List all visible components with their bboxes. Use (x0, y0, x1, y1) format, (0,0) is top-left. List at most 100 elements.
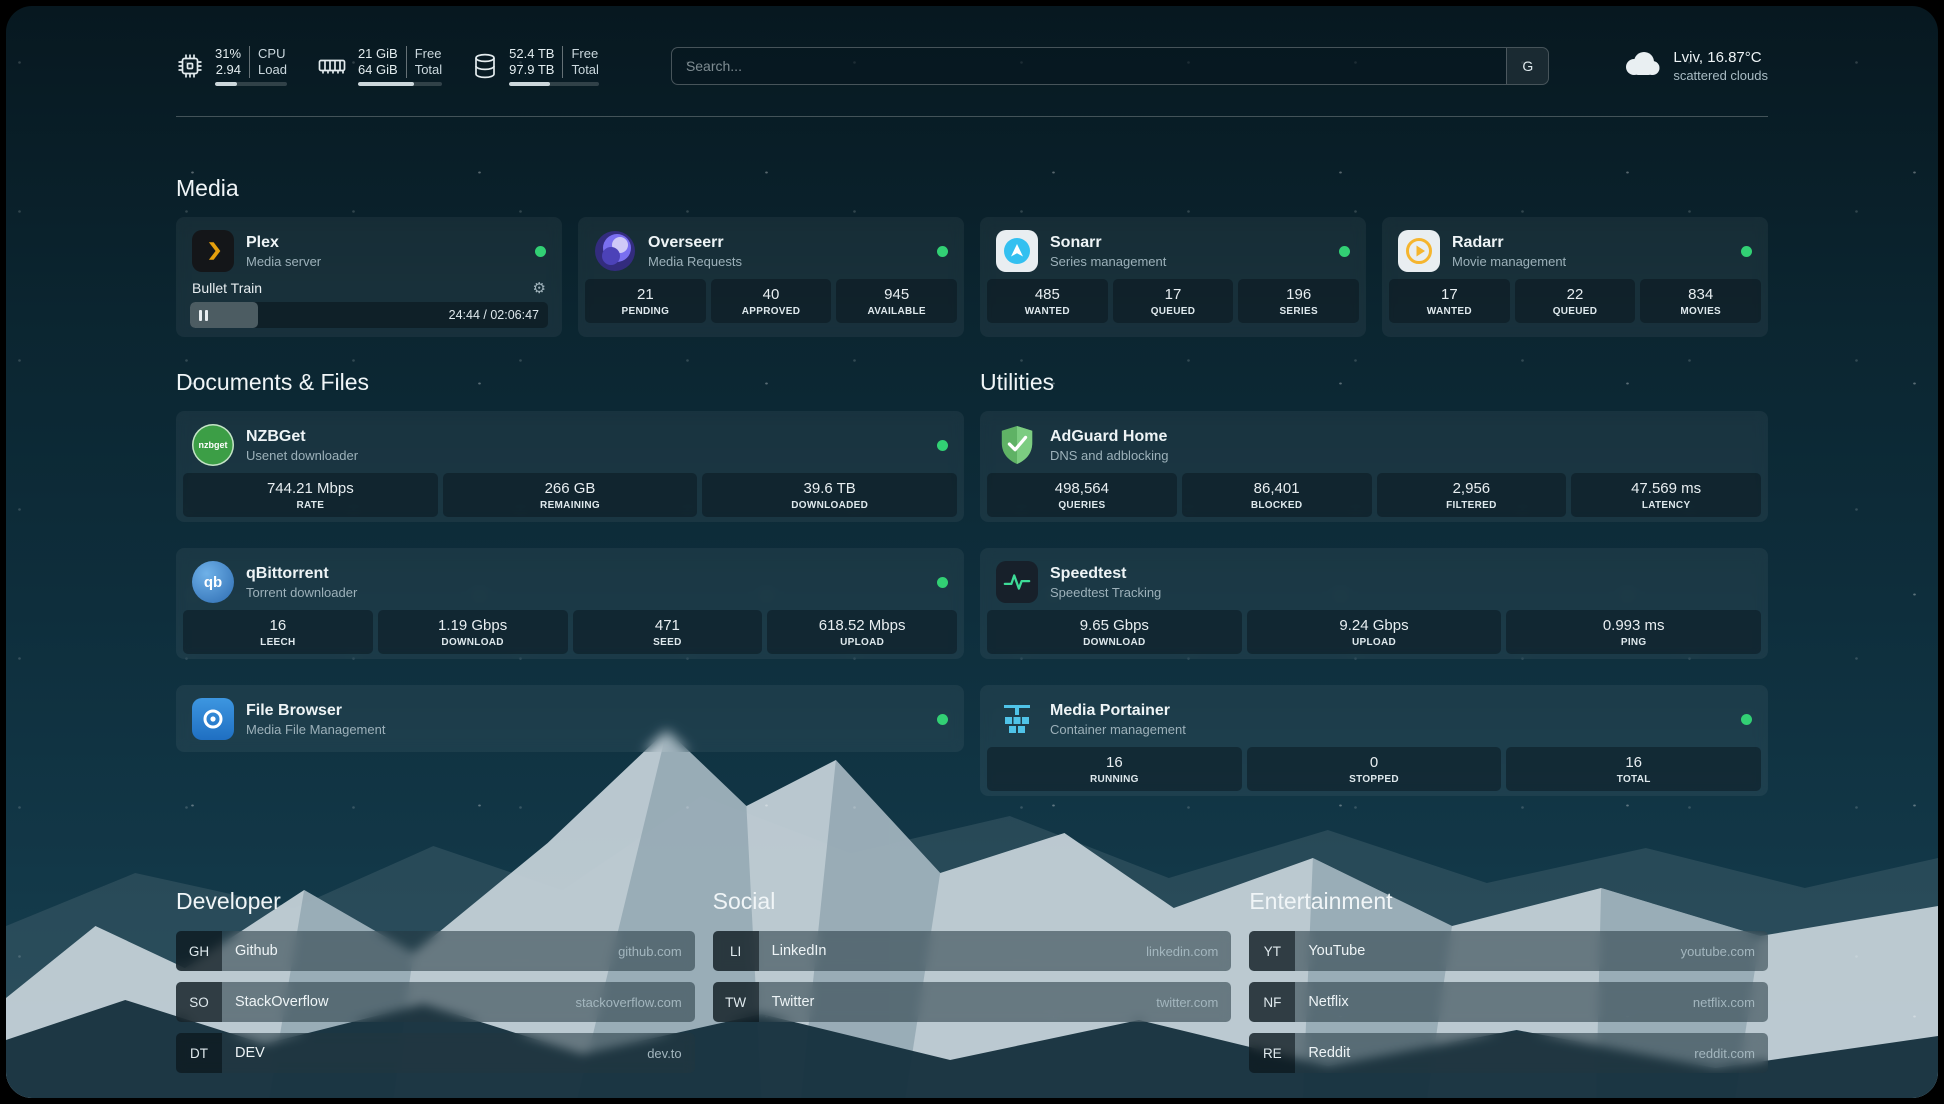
service-link-radarr[interactable]: Radarr Movie management (1387, 222, 1763, 279)
bookmark-label: Twitter (759, 994, 815, 1010)
bookmark-label: LinkedIn (759, 943, 827, 959)
search-provider-button[interactable]: G (1506, 48, 1548, 84)
bookmark-abbr: GH (176, 931, 222, 971)
service-link-qbittorrent[interactable]: qb qBittorrent Torrent downloader (181, 553, 959, 610)
stat-value: 17 (1393, 286, 1506, 303)
service-title: NZBGet (246, 428, 358, 446)
stat-label: UPLOAD (1251, 637, 1498, 648)
disk-free-value: 52.4 TB (509, 46, 554, 62)
stat-box: 196 SERIES (1238, 279, 1359, 323)
stat-value: 266 GB (447, 480, 694, 497)
stat-label: DOWNLOAD (991, 637, 1238, 648)
search-input[interactable] (672, 48, 1506, 84)
service-subtitle: DNS and adblocking (1050, 448, 1169, 463)
bookmark-youtube[interactable]: YT YouTube youtube.com (1249, 931, 1768, 971)
search-bar: G (671, 47, 1549, 85)
stat-label: QUEUED (1519, 306, 1632, 317)
qbittorrent-icon-text: qb (204, 574, 222, 591)
service-title: Sonarr (1050, 234, 1166, 252)
pause-icon[interactable] (199, 310, 211, 321)
stat-label: QUERIES (991, 500, 1173, 511)
service-link-portainer[interactable]: Media Portainer Container management (985, 690, 1763, 747)
stat-label: BLOCKED (1186, 500, 1368, 511)
stat-value: 618.52 Mbps (771, 617, 953, 634)
stat-box: 0 STOPPED (1247, 747, 1502, 791)
stat-box: 9.24 Gbps UPLOAD (1247, 610, 1502, 654)
service-card-radarr: Radarr Movie management 17 WANTED 22 QUE… (1382, 217, 1768, 337)
bookmark-abbr: YT (1249, 931, 1295, 971)
media-grid: Plex Media server Bullet Train ⚙ 24:44 /… (176, 217, 1768, 337)
service-link-nzbget[interactable]: nzbget NZBGet Usenet downloader (181, 416, 959, 473)
bookmark-dev[interactable]: DT DEV dev.to (176, 1033, 695, 1073)
status-dot (1339, 246, 1350, 257)
memory-free-label: Free (415, 46, 442, 62)
stat-label: PING (1510, 637, 1757, 648)
service-card-nzbget: nzbget NZBGet Usenet downloader 744.21 M… (176, 411, 964, 522)
service-link-filebrowser[interactable]: File Browser Media File Management (181, 690, 959, 747)
service-link-overseerr[interactable]: Overseerr Media Requests (583, 222, 959, 279)
bookmark-abbr: RE (1249, 1033, 1295, 1073)
middle-grid: Documents & Files nzbget NZBGet Usenet d… (176, 369, 1768, 822)
status-dot (937, 440, 948, 451)
stat-box: 16 RUNNING (987, 747, 1242, 791)
cpu-usage-bar (215, 82, 287, 86)
stat-box: 22 QUEUED (1515, 279, 1636, 323)
memory-icon (317, 52, 347, 80)
memory-total-value: 64 GiB (358, 62, 398, 78)
service-link-speedtest[interactable]: Speedtest Speedtest Tracking (985, 553, 1763, 610)
bookmark-github[interactable]: GH Github github.com (176, 931, 695, 971)
stat-box: 16 TOTAL (1506, 747, 1761, 791)
service-title: qBittorrent (246, 565, 357, 583)
service-title: File Browser (246, 702, 385, 720)
status-dot (1741, 714, 1752, 725)
service-card-speedtest: Speedtest Speedtest Tracking 9.65 Gbps D… (980, 548, 1768, 659)
section-title-utilities: Utilities (980, 369, 1768, 396)
bookmark-url: github.com (618, 944, 695, 959)
service-card-plex: Plex Media server Bullet Train ⚙ 24:44 /… (176, 217, 562, 337)
service-link-plex[interactable]: Plex Media server (181, 222, 557, 279)
cloud-icon (1621, 50, 1661, 83)
service-stats: 485 WANTED 17 QUEUED 196 SERIES (985, 279, 1361, 323)
service-link-adguard[interactable]: AdGuard Home DNS and adblocking (985, 416, 1763, 473)
stat-value: 22 (1519, 286, 1632, 303)
stat-box: 834 MOVIES (1640, 279, 1761, 323)
bookmark-reddit[interactable]: RE Reddit reddit.com (1249, 1033, 1768, 1073)
stat-box: 2,956 FILTERED (1377, 473, 1567, 517)
gear-icon[interactable]: ⚙ (533, 281, 546, 296)
stat-label: FILTERED (1381, 500, 1563, 511)
cpu-icon (176, 52, 204, 80)
qbittorrent-icon: qb (192, 561, 234, 603)
stat-box: 498,564 QUERIES (987, 473, 1177, 517)
service-subtitle: Media Requests (648, 254, 742, 269)
stat-label: UPLOAD (771, 637, 953, 648)
service-link-sonarr[interactable]: Sonarr Series management (985, 222, 1361, 279)
service-subtitle: Movie management (1452, 254, 1566, 269)
service-stats: 16 LEECH 1.19 Gbps DOWNLOAD 471 SEED 6 (181, 610, 959, 654)
service-stats: 21 PENDING 40 APPROVED 945 AVAILABLE (583, 279, 959, 323)
memory-total-label: Total (415, 62, 442, 78)
stat-box: 40 APPROVED (711, 279, 832, 323)
weather-condition: scattered clouds (1673, 68, 1768, 83)
bookmark-twitter[interactable]: TW Twitter twitter.com (713, 982, 1232, 1022)
bookmark-linkedin[interactable]: LI LinkedIn linkedin.com (713, 931, 1232, 971)
plex-now-playing: Bullet Train ⚙ 24:44 / 02:06:47 (181, 279, 557, 332)
bookmark-url: youtube.com (1681, 944, 1768, 959)
stat-value: 16 (187, 617, 369, 634)
playback-progress-bar[interactable]: 24:44 / 02:06:47 (190, 302, 548, 328)
stat-box: 21 PENDING (585, 279, 706, 323)
disk-total-value: 97.9 TB (509, 62, 554, 78)
portainer-icon (996, 698, 1038, 740)
disk-widget: 52.4 TB 97.9 TB Free Total (472, 46, 599, 86)
bookmark-stackoverflow[interactable]: SO StackOverflow stackoverflow.com (176, 982, 695, 1022)
memory-usage-bar (358, 82, 442, 86)
stat-value: 196 (1242, 286, 1355, 303)
memory-free-value: 21 GiB (358, 46, 398, 62)
nzbget-icon: nzbget (192, 424, 234, 466)
stat-box: 266 GB REMAINING (443, 473, 698, 517)
bookmark-netflix[interactable]: NF Netflix netflix.com (1249, 982, 1768, 1022)
stat-box: 471 SEED (573, 610, 763, 654)
stat-value: 21 (589, 286, 702, 303)
stat-value: 40 (715, 286, 828, 303)
disk-total-label: Total (571, 62, 598, 78)
nzbget-icon-text: nzbget (199, 440, 228, 450)
